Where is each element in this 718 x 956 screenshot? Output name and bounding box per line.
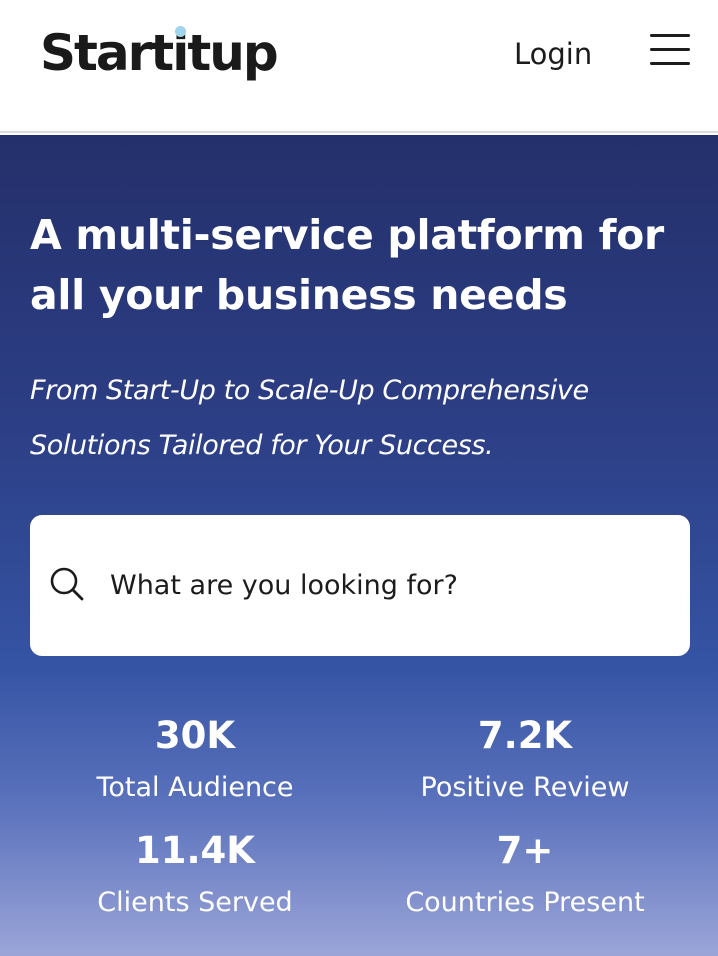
logo-letter-i: i <box>172 24 189 82</box>
search-input[interactable] <box>110 555 670 615</box>
stat-value: 7+ <box>496 829 554 872</box>
stat-value: 11.4K <box>135 829 255 872</box>
hero-subtitle: From Start-Up to Scale-Up Comprehensive … <box>30 375 589 461</box>
logo-text-start: Start <box>40 24 174 82</box>
stat-label: Countries Present <box>405 887 645 918</box>
search-box[interactable] <box>30 515 690 656</box>
search-icon[interactable] <box>48 565 86 603</box>
stat-countries-present: 7+ Countries Present <box>360 827 690 923</box>
stat-label: Total Audience <box>96 772 294 803</box>
menu-button[interactable] <box>645 30 695 72</box>
stat-value: 7.2K <box>477 714 573 757</box>
hero-title: A multi-service platform for all your bu… <box>30 211 664 319</box>
hero-section: A multi-service platform for all your bu… <box>0 135 718 956</box>
logo-dot <box>174 26 186 37</box>
site-header: Starti tup Login <box>0 0 718 133</box>
login-link[interactable]: Login <box>514 32 592 76</box>
stat-label: Positive Review <box>420 772 630 803</box>
stat-value: 30K <box>154 714 236 757</box>
logo-text-tup: tup <box>187 24 278 82</box>
stat-positive-review: 7.2K Positive Review <box>360 712 690 808</box>
stat-total-audience: 30K Total Audience <box>30 712 360 808</box>
stat-label: Clients Served <box>97 887 293 918</box>
startitup-logo[interactable]: Starti tup <box>40 18 279 88</box>
stat-clients-served: 11.4K Clients Served <box>30 827 360 923</box>
